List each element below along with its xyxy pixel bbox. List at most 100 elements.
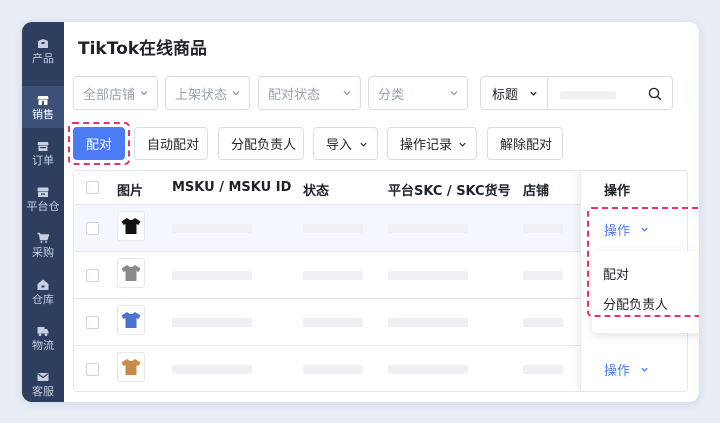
operation-log-button-label: 操作记录 xyxy=(400,138,453,153)
sidebar-item-platform-warehouse[interactable]: 平台仓 xyxy=(22,178,64,220)
sidebar-item-purchase[interactable]: 采购 xyxy=(22,224,64,266)
msku-placeholder xyxy=(172,271,252,280)
tshirt-icon xyxy=(121,312,141,328)
sidebar: 产品 销售 订单 平台仓 采购 仓库 物流 客服 xyxy=(22,22,64,402)
select-all-checkbox[interactable] xyxy=(86,181,99,194)
sidebar-item-customer-service[interactable]: 客服 xyxy=(22,363,64,402)
store-placeholder xyxy=(523,318,563,327)
row-checkbox[interactable] xyxy=(86,269,99,282)
listing-status-filter-label: 上架状态 xyxy=(175,87,228,103)
operation-log-dropdown-button[interactable]: 操作记录 xyxy=(387,127,477,160)
row-actions-dropdown[interactable]: 操作 xyxy=(604,360,649,379)
pair-button[interactable]: 配对 xyxy=(73,127,125,160)
sidebar-item-label: 客服 xyxy=(32,384,54,398)
skc-placeholder xyxy=(388,271,468,280)
search-input[interactable] xyxy=(547,76,673,110)
page-title: TikTok在线商品 xyxy=(78,39,208,59)
store-placeholder xyxy=(523,271,563,280)
sidebar-item-label: 物流 xyxy=(32,338,54,352)
msku-placeholder xyxy=(172,224,252,233)
sidebar-item-orders[interactable]: 订单 xyxy=(22,132,64,174)
chevron-down-icon xyxy=(360,142,367,147)
status-placeholder xyxy=(303,224,363,233)
chevron-down-icon xyxy=(450,91,458,96)
skc-placeholder xyxy=(388,224,468,233)
import-dropdown-button[interactable]: 导入 xyxy=(313,127,378,160)
msku-placeholder xyxy=(172,318,252,327)
tshirt-icon xyxy=(121,218,141,234)
chevron-down-icon xyxy=(140,91,148,96)
import-button-label: 导入 xyxy=(326,138,353,153)
sidebar-item-label: 销售 xyxy=(32,107,54,121)
tshirt-icon xyxy=(121,359,141,375)
store-filter-select[interactable]: 全部店铺 xyxy=(73,76,158,110)
column-header-actions: 操作 xyxy=(604,184,631,199)
listing-status-filter-select[interactable]: 上架状态 xyxy=(165,76,250,110)
search-field-label: 标题 xyxy=(492,87,519,103)
column-header-msku: MSKU / MSKU ID xyxy=(172,180,292,195)
menu-item-pair[interactable]: 配对 xyxy=(603,264,629,283)
mail-icon xyxy=(37,372,49,381)
skc-placeholder xyxy=(388,365,468,374)
cart-icon xyxy=(37,232,49,243)
column-header-status: 状态 xyxy=(303,184,330,199)
product-thumbnail xyxy=(117,305,145,335)
chevron-down-icon xyxy=(530,91,537,96)
chevron-down-icon xyxy=(641,227,648,232)
box-icon xyxy=(38,38,48,48)
sidebar-item-sales[interactable]: 销售 xyxy=(22,86,64,128)
sidebar-item-label: 采购 xyxy=(32,245,54,259)
column-header-image: 图片 xyxy=(117,184,144,199)
row-checkbox[interactable] xyxy=(86,222,99,235)
status-placeholder xyxy=(303,365,363,374)
category-filter-label: 分类 xyxy=(378,87,405,103)
auto-pair-button[interactable]: 自动配对 xyxy=(134,127,208,160)
pair-status-filter-select[interactable]: 配对状态 xyxy=(258,76,361,110)
truck-icon xyxy=(37,326,49,336)
main-content: TikTok在线商品 全部店铺 上架状态 配对状态 分类 标题 配对 自动配对 … xyxy=(64,22,699,402)
store-placeholder xyxy=(523,365,563,374)
row-actions-dropdown[interactable]: 操作 xyxy=(604,220,649,239)
menu-item-assign-owner[interactable]: 分配负责人 xyxy=(603,294,668,313)
row-actions-label: 操作 xyxy=(604,224,631,239)
assign-owner-button[interactable]: 分配负责人 xyxy=(218,127,304,160)
row-checkbox[interactable] xyxy=(86,363,99,376)
category-filter-select[interactable]: 分类 xyxy=(368,76,468,110)
product-thumbnail xyxy=(117,258,145,288)
sidebar-item-warehouse[interactable]: 仓库 xyxy=(22,271,64,313)
house-icon xyxy=(37,279,49,290)
order-icon xyxy=(37,141,49,151)
row-checkbox[interactable] xyxy=(86,316,99,329)
tshirt-icon xyxy=(121,265,141,281)
unpair-button[interactable]: 解除配对 xyxy=(487,127,563,160)
column-header-skc: 平台SKC / SKC货号 xyxy=(388,184,511,199)
chevron-down-icon xyxy=(459,142,466,147)
chevron-down-icon xyxy=(641,367,648,372)
search-icon[interactable] xyxy=(648,87,662,101)
row-actions-label: 操作 xyxy=(604,364,631,379)
sidebar-item-label: 订单 xyxy=(32,153,54,167)
skc-placeholder xyxy=(388,318,468,327)
status-placeholder xyxy=(303,318,363,327)
column-header-store: 店铺 xyxy=(523,184,550,199)
product-thumbnail xyxy=(117,352,145,382)
search-field-select[interactable]: 标题 xyxy=(480,76,548,110)
sidebar-item-label: 产品 xyxy=(32,51,54,65)
chevron-down-icon xyxy=(232,91,240,96)
store-icon xyxy=(37,95,49,105)
pair-status-filter-label: 配对状态 xyxy=(268,87,321,103)
sidebar-item-label: 平台仓 xyxy=(26,199,60,213)
search-input-placeholder xyxy=(560,91,616,99)
msku-placeholder xyxy=(172,365,252,374)
chevron-down-icon xyxy=(343,91,351,96)
row-actions-menu: 配对 分配负责人 xyxy=(592,251,699,333)
status-placeholder xyxy=(303,271,363,280)
sidebar-item-products[interactable]: 产品 xyxy=(22,30,64,72)
sidebar-item-logistics[interactable]: 物流 xyxy=(22,317,64,359)
app-window: 产品 销售 订单 平台仓 采购 仓库 物流 客服 TikTok在线商品 全部店铺… xyxy=(22,22,699,402)
product-thumbnail xyxy=(117,211,145,241)
store-placeholder xyxy=(523,224,563,233)
warehouse-icon xyxy=(37,187,49,197)
store-filter-label: 全部店铺 xyxy=(83,87,136,103)
sidebar-item-label: 仓库 xyxy=(32,292,54,306)
